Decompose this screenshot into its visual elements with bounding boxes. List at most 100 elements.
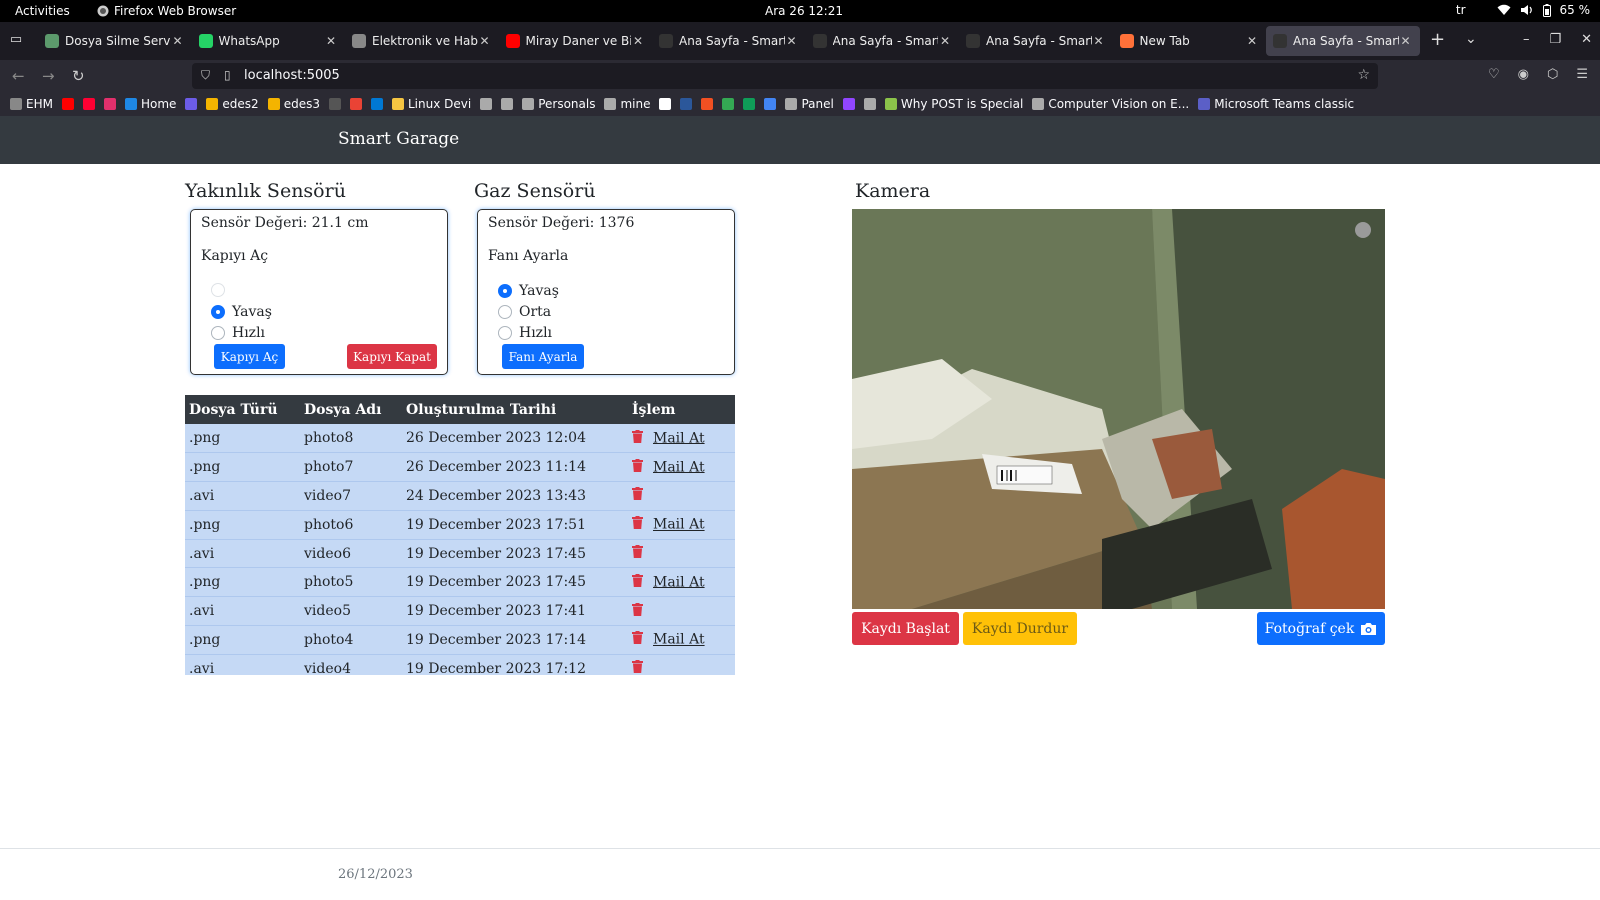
bookmark-item[interactable]: Linux Devi: [391, 97, 471, 111]
brand-link[interactable]: Smart Garage: [338, 129, 459, 149]
bookmark-item[interactable]: Personals: [522, 97, 595, 111]
system-tray[interactable]: tr 65 %: [1456, 3, 1590, 17]
url-text[interactable]: localhost:5005: [244, 68, 340, 83]
bookmark-item[interactable]: edes3: [267, 97, 320, 111]
close-window-icon[interactable]: ✕: [1581, 32, 1592, 47]
bookmark-item[interactable]: Panel: [785, 97, 834, 111]
trash-icon[interactable]: [632, 487, 643, 504]
door-speed-option-slow[interactable]: Yavaş: [211, 304, 272, 320]
stop-recording-button[interactable]: Kaydı Durdur: [963, 612, 1077, 645]
close-tab-icon[interactable]: ✕: [785, 34, 799, 48]
radio-button[interactable]: [211, 283, 225, 297]
forward-icon[interactable]: →: [42, 67, 55, 85]
close-tab-icon[interactable]: ✕: [1092, 34, 1106, 48]
close-tab-icon[interactable]: ✕: [938, 34, 952, 48]
browser-tab[interactable]: WhatsApp ✕: [192, 26, 346, 56]
trash-icon[interactable]: [632, 545, 643, 562]
url-bar[interactable]: ⛉ ▯ localhost:5005 ☆: [192, 63, 1378, 89]
trash-icon[interactable]: [632, 429, 643, 447]
new-tab-icon[interactable]: +: [1430, 31, 1445, 49]
send-mail-link[interactable]: Mail At: [653, 517, 705, 533]
door-speed-option-blank[interactable]: [211, 283, 232, 297]
trash-icon[interactable]: [632, 516, 643, 533]
bookmark-item[interactable]: [842, 98, 855, 110]
browser-tab[interactable]: Ana Sayfa - Smart G✕: [1266, 26, 1420, 56]
bookmark-item[interactable]: [659, 98, 672, 110]
close-tab-icon[interactable]: ✕: [631, 34, 645, 48]
bookmark-item[interactable]: Home: [124, 97, 176, 111]
close-door-button[interactable]: Kapıyı Kapat: [347, 344, 437, 369]
radio-button[interactable]: [498, 326, 512, 340]
back-icon[interactable]: ←: [12, 67, 25, 85]
send-mail-link[interactable]: Mail At: [653, 430, 705, 446]
files-table-container[interactable]: Dosya Türü Dosya Adı Oluşturulma Tarihi …: [185, 395, 735, 675]
trash-icon[interactable]: [632, 573, 643, 591]
close-tab-icon[interactable]: ✕: [171, 34, 185, 48]
bookmark-item[interactable]: [185, 98, 198, 110]
radio-button[interactable]: [211, 326, 225, 340]
trash-icon[interactable]: [632, 602, 643, 620]
firefox-view-icon[interactable]: ▭: [8, 32, 24, 48]
browser-tab[interactable]: Dosya Silme Servisi✕: [38, 26, 192, 56]
clock[interactable]: Ara 26 12:21: [765, 4, 843, 18]
menu-icon[interactable]: ☰: [1576, 67, 1588, 82]
bookmark-item[interactable]: [103, 98, 116, 110]
list-all-tabs-icon[interactable]: ⌄: [1465, 31, 1477, 47]
bookmark-item[interactable]: [61, 98, 74, 110]
bookmark-item[interactable]: [501, 98, 514, 110]
bookmark-item[interactable]: EHM: [10, 97, 53, 111]
start-recording-button[interactable]: Kaydı Başlat: [852, 612, 959, 645]
bookmark-item[interactable]: [370, 98, 383, 110]
send-mail-link[interactable]: Mail At: [653, 459, 705, 475]
close-tab-icon[interactable]: ✕: [1245, 34, 1259, 48]
restore-icon[interactable]: ❐: [1549, 32, 1561, 47]
reload-icon[interactable]: ↻: [72, 67, 85, 85]
trash-icon[interactable]: [632, 458, 643, 476]
account-icon[interactable]: ◉: [1518, 67, 1529, 82]
take-photo-button[interactable]: Fotoğraf çek: [1257, 612, 1385, 645]
bookmark-item[interactable]: [743, 98, 756, 110]
close-tab-icon[interactable]: ✕: [324, 34, 338, 48]
shield-icon[interactable]: ⛉: [201, 68, 210, 83]
browser-tab[interactable]: Miray Daner ve Bir ✕: [499, 26, 653, 56]
radio-button[interactable]: [498, 284, 512, 298]
bookmark-item[interactable]: [722, 98, 735, 110]
bookmark-item[interactable]: mine: [604, 97, 650, 111]
bookmark-item[interactable]: Microsoft Teams classic: [1198, 97, 1354, 111]
app-menu[interactable]: Firefox Web Browser: [97, 4, 236, 18]
open-door-button[interactable]: Kapıyı Aç: [214, 344, 285, 369]
activities-button[interactable]: Activities: [15, 4, 70, 18]
browser-tab[interactable]: Ana Sayfa - Smart G✕: [652, 26, 806, 56]
trash-icon[interactable]: [632, 631, 643, 648]
browser-tab[interactable]: Ana Sayfa - Smart G✕: [959, 26, 1113, 56]
bookmark-item[interactable]: [764, 98, 777, 110]
fan-speed-option-medium[interactable]: Orta: [498, 304, 551, 320]
radio-button[interactable]: [211, 305, 225, 319]
close-tab-icon[interactable]: ✕: [1399, 34, 1413, 48]
browser-tab[interactable]: New Tab ✕: [1113, 26, 1267, 56]
fan-speed-option-slow[interactable]: Yavaş: [498, 283, 559, 299]
send-mail-link[interactable]: Mail At: [653, 632, 705, 648]
bookmark-item[interactable]: [863, 98, 876, 110]
bookmark-star-icon[interactable]: ☆: [1357, 67, 1370, 83]
bookmark-item[interactable]: [701, 98, 714, 110]
send-mail-link[interactable]: Mail At: [653, 574, 705, 590]
radio-button[interactable]: [498, 305, 512, 319]
bookmark-item[interactable]: Why POST is Special: [884, 97, 1023, 111]
minimize-icon[interactable]: –: [1523, 32, 1530, 47]
bookmark-item[interactable]: [349, 98, 362, 110]
bookmark-item[interactable]: [328, 98, 341, 110]
browser-tab[interactable]: Ana Sayfa - Smart G✕: [806, 26, 960, 56]
bookmark-item[interactable]: edes2: [206, 97, 259, 111]
page-info-icon[interactable]: ▯: [224, 68, 231, 82]
bookmark-item[interactable]: [680, 98, 693, 110]
bookmark-item[interactable]: [82, 98, 95, 110]
extensions-icon[interactable]: ⬡: [1547, 67, 1558, 82]
bookmark-item[interactable]: Computer Vision on E...: [1032, 97, 1189, 111]
browser-tab[interactable]: Elektronik ve Habe ✕: [345, 26, 499, 56]
trash-icon[interactable]: [632, 660, 643, 675]
fan-speed-option-fast[interactable]: Hızlı: [498, 325, 552, 341]
language-indicator[interactable]: tr: [1456, 3, 1466, 17]
bookmark-item[interactable]: [480, 98, 493, 110]
pocket-icon[interactable]: ♡: [1488, 67, 1500, 82]
